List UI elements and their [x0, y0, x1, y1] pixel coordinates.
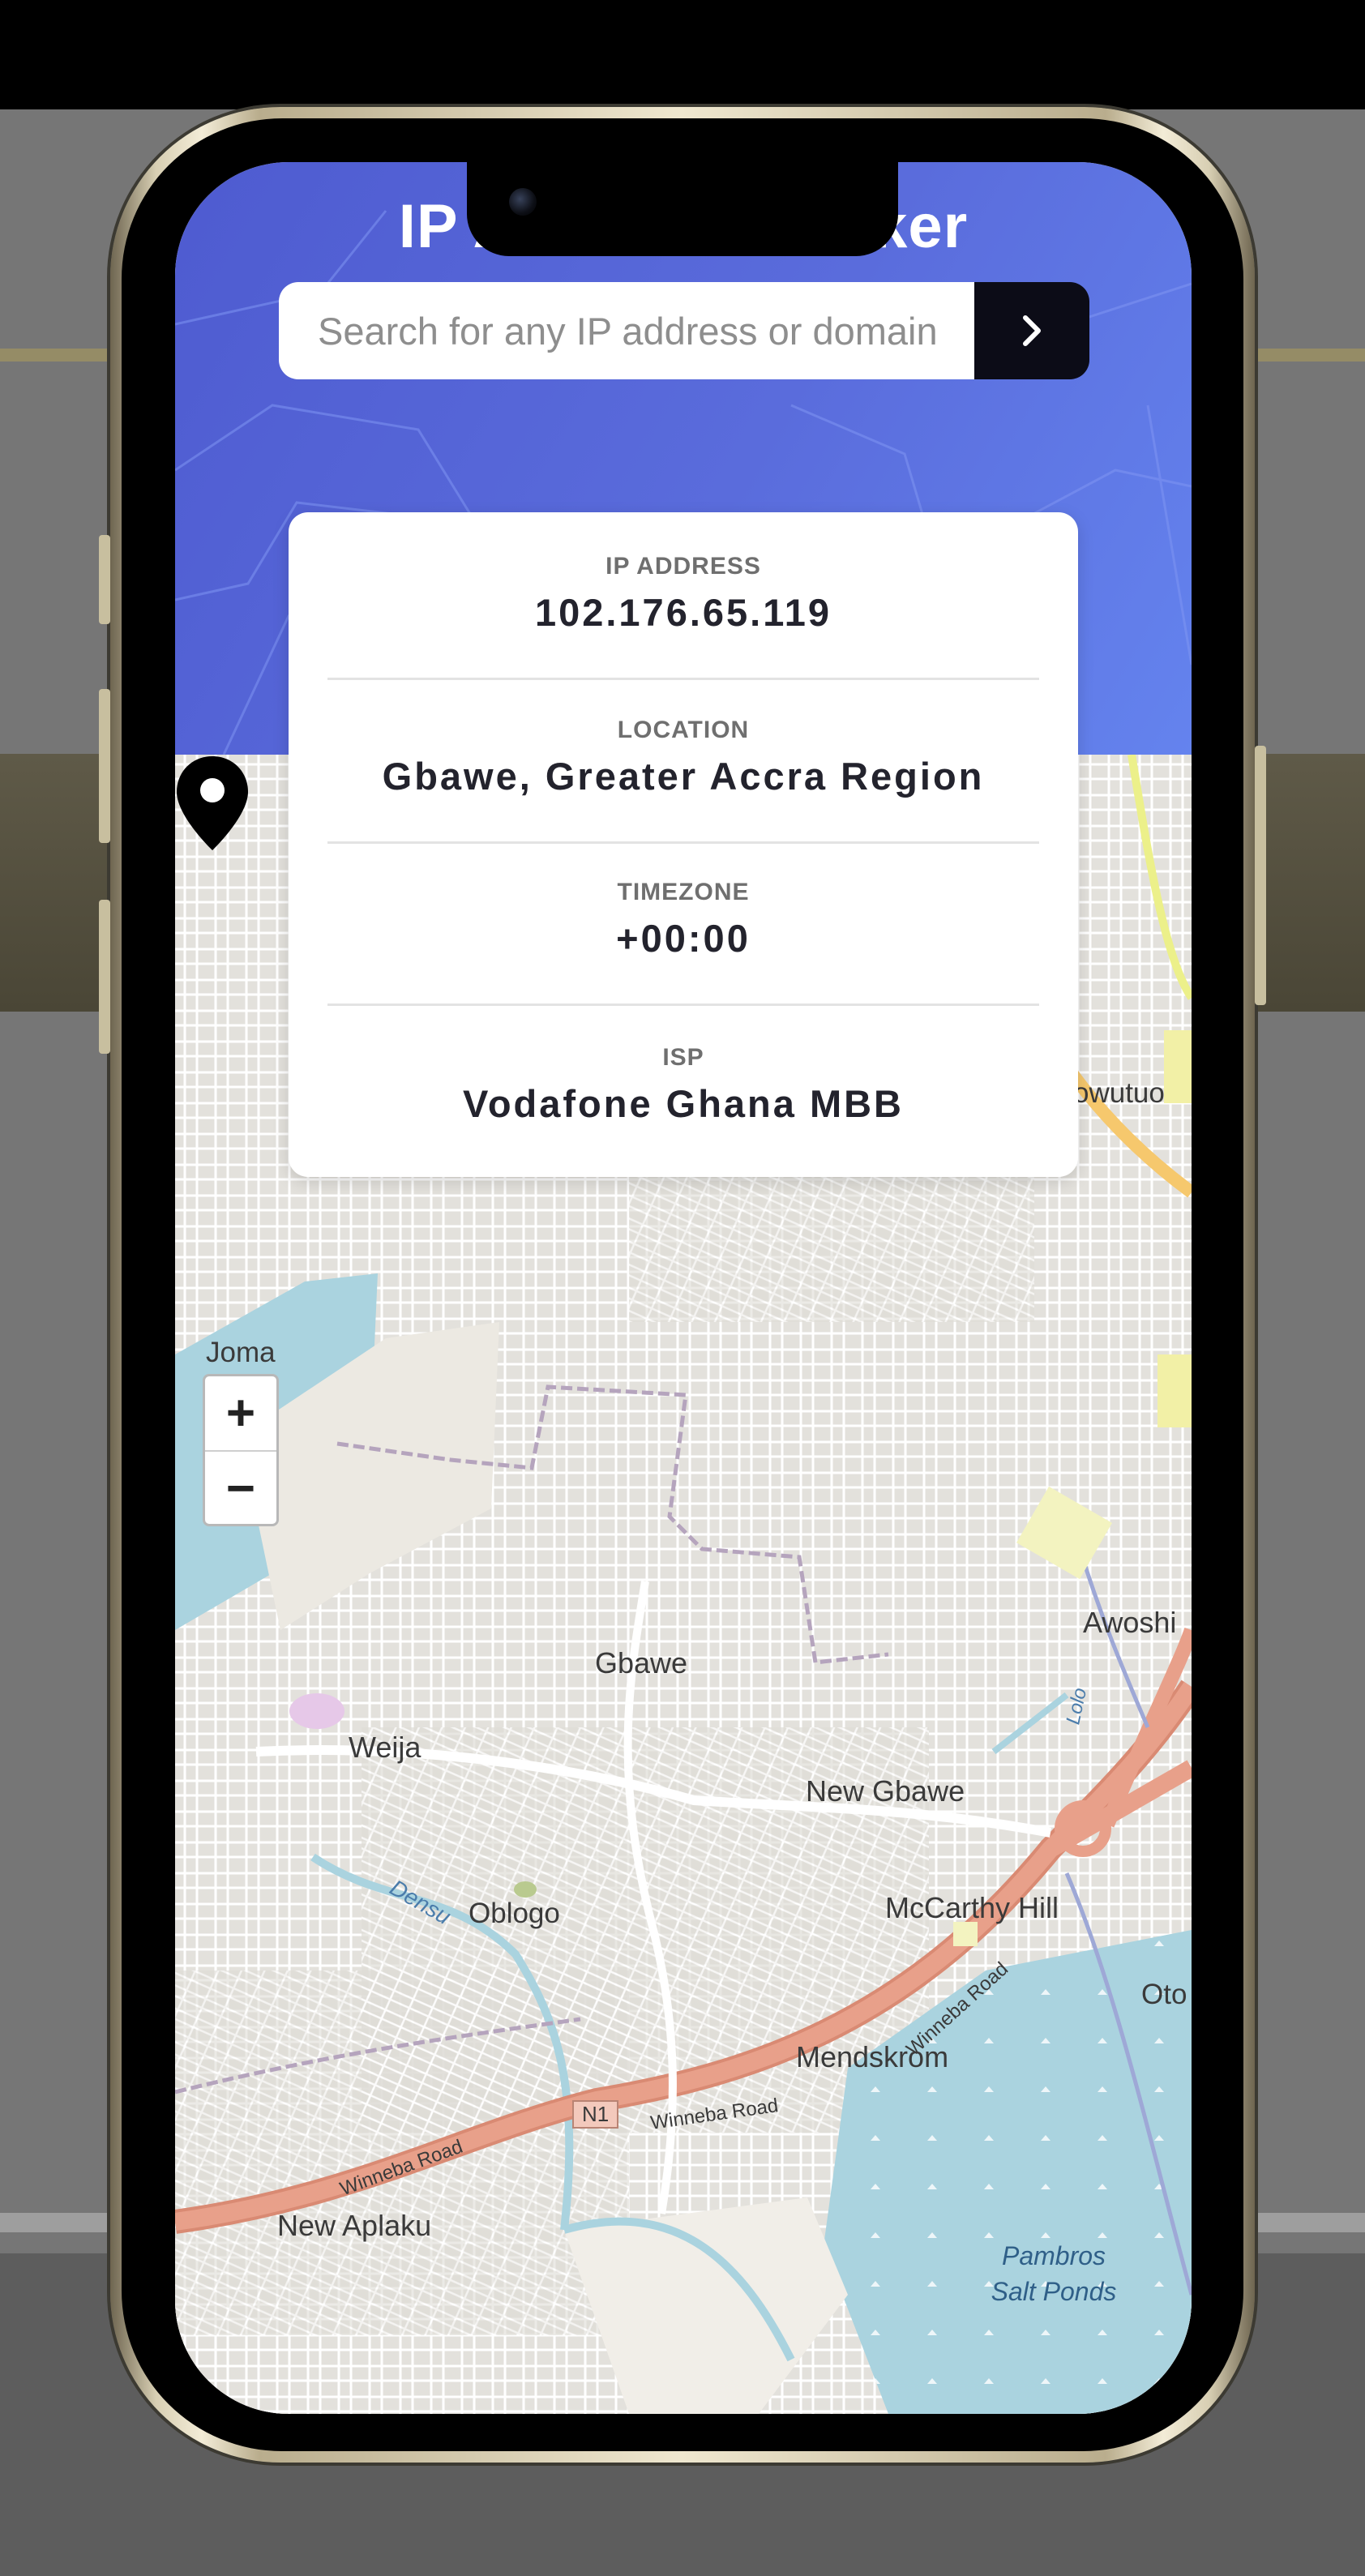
divider — [327, 678, 1039, 680]
background-top — [0, 0, 1365, 109]
phone-side-button — [99, 535, 110, 624]
app-screen: IP Address Tracker — [175, 162, 1192, 2414]
map-pin-icon[interactable] — [175, 755, 250, 852]
location-label: LOCATION — [617, 717, 750, 743]
map-label-new-aplaku: New Aplaku — [277, 2209, 432, 2242]
front-camera — [509, 188, 537, 216]
map-label-n1: N1 — [572, 2100, 619, 2129]
isp-section: ISP Vodafone Ghana MBB — [289, 1044, 1078, 1126]
phone-notch — [467, 162, 898, 256]
zoom-in-button[interactable]: + — [205, 1376, 276, 1452]
map-label-weija: Weija — [349, 1731, 421, 1764]
divider — [327, 1003, 1039, 1006]
search-submit-button[interactable] — [974, 282, 1089, 379]
chevron-right-icon — [1023, 315, 1041, 346]
map-label-mccarthy-hill: McCarthy Hill — [885, 1891, 1059, 1924]
map-label-owutuo: owutuo — [1073, 1077, 1165, 1109]
map-label-oblogo: Oblogo — [469, 1898, 560, 1929]
phone-side-button — [1255, 746, 1266, 1005]
location-section: LOCATION Gbawe, Greater Accra Region — [289, 717, 1078, 798]
map-label-joma: Joma — [206, 1337, 276, 1368]
map-label-pambros-salt-ponds: Pambros Salt Ponds — [991, 2241, 1117, 2306]
zoom-control: + − — [203, 1374, 279, 1526]
map-label-new-gbawe: New Gbawe — [806, 1774, 965, 1808]
map-label-oto: Oto — [1141, 1979, 1187, 2010]
search-input[interactable] — [279, 282, 974, 379]
location-value: Gbawe, Greater Accra Region — [382, 755, 985, 798]
timezone-label: TIMEZONE — [617, 879, 750, 905]
phone-side-button — [99, 689, 110, 843]
divider — [327, 841, 1039, 844]
phone-side-button — [99, 900, 110, 1054]
ip-info-card: IP ADDRESS 102.176.65.119 LOCATION Gbawe… — [289, 512, 1078, 1177]
zoom-out-button[interactable]: − — [205, 1452, 276, 1524]
ip-address-label: IP ADDRESS — [605, 553, 761, 580]
map-label-gbawe: Gbawe — [595, 1646, 688, 1680]
isp-label: ISP — [662, 1044, 704, 1071]
timezone-section: TIMEZONE +00:00 — [289, 879, 1078, 961]
isp-value: Vodafone Ghana MBB — [462, 1082, 905, 1125]
search-bar — [279, 282, 1089, 379]
map-label-awoshie: Awoshi — [1083, 1606, 1177, 1639]
timezone-value: +00:00 — [616, 917, 751, 960]
ip-address-value: 102.176.65.119 — [534, 591, 832, 634]
ip-address-section: IP ADDRESS 102.176.65.119 — [289, 553, 1078, 635]
